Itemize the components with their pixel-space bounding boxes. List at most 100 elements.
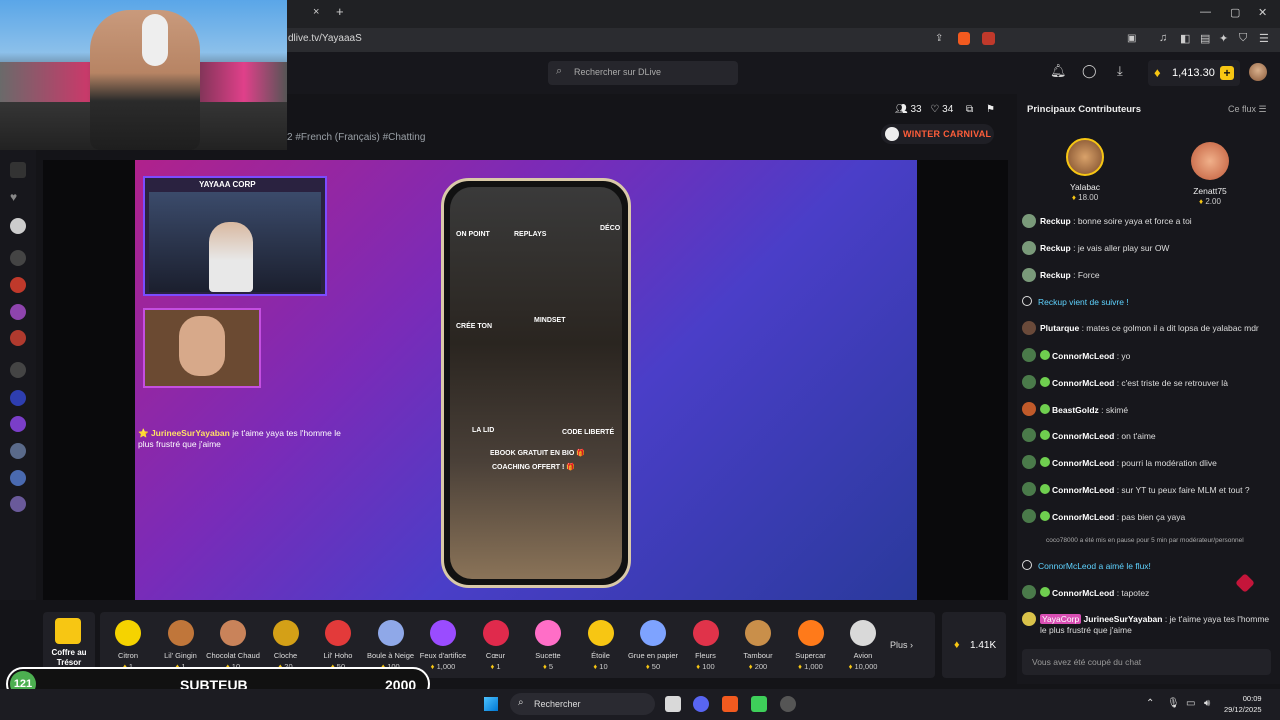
chat-username[interactable]: Plutarque: [1040, 323, 1079, 333]
chat-username[interactable]: ConnorMcLeod: [1052, 431, 1114, 441]
rail-channel-9[interactable]: [10, 496, 26, 512]
gift-item[interactable]: Cœur1: [470, 612, 522, 678]
rail-channel-8[interactable]: [10, 470, 26, 486]
close-window-button[interactable]: ✕: [1258, 6, 1267, 19]
chat-username[interactable]: ConnorMcLeod: [1052, 512, 1114, 522]
streaming-app-icon[interactable]: [751, 696, 767, 712]
winter-carnival-badge[interactable]: WINTER CARNIVAL: [881, 124, 994, 144]
taskbar-search[interactable]: ⌕ Rechercher: [510, 693, 655, 715]
gift-item[interactable]: Sucette5: [522, 612, 574, 678]
chat-message[interactable]: Reckup : Force: [1022, 267, 1272, 284]
url-text[interactable]: dlive.tv/YayaaaS: [288, 33, 362, 44]
discord-icon[interactable]: [693, 696, 709, 712]
rail-home-icon[interactable]: [10, 162, 26, 178]
messages-icon[interactable]: ◯: [1082, 63, 1097, 79]
lemon-balance[interactable]: ♦ 1,413.30 +: [1148, 60, 1240, 86]
file-explorer-icon[interactable]: [665, 696, 681, 712]
rail-channel-1[interactable]: [10, 218, 26, 234]
report-flag-icon[interactable]: ⚑: [986, 104, 995, 115]
chat-message[interactable]: ConnorMcLeod : pas bien ça yaya: [1022, 508, 1272, 525]
rail-channel-2[interactable]: [10, 277, 26, 293]
chat-message[interactable]: Reckup : bonne soire yaya et force a toi: [1022, 214, 1272, 230]
gift-total[interactable]: ♦ 1.41K: [942, 612, 1006, 678]
chat-username[interactable]: ConnorMcLeod: [1052, 458, 1114, 468]
like-icon[interactable]: ♡: [930, 104, 939, 115]
rail-channel-7[interactable]: [10, 443, 26, 459]
notification-bell-icon[interactable]: 🔔︎: [1050, 63, 1067, 79]
more-gifts-button[interactable]: Plus ›: [890, 640, 913, 650]
stream-tags[interactable]: 2 #French (Français) #Chatting: [287, 132, 425, 143]
rail-channel-3[interactable]: [10, 304, 26, 320]
obs-icon[interactable]: [780, 696, 796, 712]
vpn-icon[interactable]: ⛉: [1239, 32, 1247, 45]
user-avatar[interactable]: [1249, 63, 1267, 81]
chat-message[interactable]: ConnorMcLeod : on t'aime: [1022, 428, 1272, 444]
gift-item[interactable]: Avion 10,000: [837, 612, 889, 678]
gift-item[interactable]: Tambour200: [732, 612, 784, 678]
chat-message[interactable]: ConnorMcLeod : pourri la modération dliv…: [1022, 455, 1272, 471]
contributors-scope-select[interactable]: Ce flux ☰: [1228, 104, 1267, 115]
ai-icon[interactable]: ✦: [1219, 32, 1228, 45]
sidebar-icon[interactable]: ◧: [1180, 32, 1190, 45]
download-icon[interactable]: ⤓: [1117, 63, 1123, 79]
maximize-button[interactable]: ▢: [1230, 6, 1240, 19]
chat-message[interactable]: YayaCorp JurineeSurYayaban : je t'aime y…: [1022, 612, 1272, 640]
subscriber-badge-icon: [1040, 403, 1050, 414]
brave-browser-icon[interactable]: [722, 696, 738, 712]
gift-icon: [587, 620, 614, 646]
chat-username[interactable]: ConnorMcLeod: [1052, 588, 1114, 598]
chat-message[interactable]: Plutarque : mates ce golmon il a dit lop…: [1022, 321, 1272, 337]
chat-avatar: [1022, 214, 1036, 228]
rail-channel-4[interactable]: [10, 330, 26, 346]
gift-item[interactable]: Supercar1,000: [785, 612, 837, 678]
system-clock[interactable]: 00:09 29/12/2025: [1224, 693, 1262, 715]
brave-shield-icon[interactable]: [958, 32, 970, 45]
rail-channel-5[interactable]: [10, 390, 26, 406]
gift-item[interactable]: Feux d'artifice1,000: [417, 612, 469, 678]
share-icon[interactable]: ⇪: [935, 33, 943, 44]
chat-avatar: [1022, 240, 1036, 255]
streamer-figure: [209, 222, 253, 292]
popout-icon[interactable]: ⧉: [966, 104, 973, 115]
gift-item[interactable]: Fleurs100: [680, 612, 732, 678]
screenshot-icon[interactable]: ▣: [1127, 33, 1136, 44]
chat-username[interactable]: JurineeSurYayaban: [1084, 614, 1163, 624]
brave-rewards-icon[interactable]: [982, 32, 995, 45]
tray-chevron-icon[interactable]: ⌃: [1146, 698, 1154, 709]
wallet-icon[interactable]: ▤: [1200, 32, 1210, 45]
chat-message[interactable]: ConnorMcLeod : tapotez: [1022, 585, 1272, 601]
chat-username[interactable]: Reckup: [1040, 216, 1071, 226]
contributor-1[interactable]: Yalabac 18.00: [1060, 138, 1110, 202]
contributor-2[interactable]: Zenatt75 2.00: [1185, 142, 1235, 206]
chat-username[interactable]: ConnorMcLeod: [1052, 485, 1114, 495]
rail-heart-icon[interactable]: ♥: [10, 190, 26, 206]
microphone-icon[interactable]: 🎙︎: [1167, 698, 1180, 709]
close-tab-icon[interactable]: ×: [313, 6, 319, 18]
chat-username[interactable]: BeastGoldz: [1052, 405, 1099, 415]
chat-username[interactable]: ConnorMcLeod: [1052, 378, 1114, 388]
chat-message[interactable]: BeastGoldz : skimé: [1022, 401, 1272, 418]
minimize-button[interactable]: —: [1200, 6, 1211, 18]
gift-item[interactable]: Grue en papier50: [627, 612, 679, 678]
add-balance-button[interactable]: +: [1220, 66, 1234, 80]
chat-message[interactable]: Reckup : je vais aller play sur OW: [1022, 240, 1272, 257]
network-icon[interactable]: ▭: [1186, 698, 1195, 709]
search-input[interactable]: ⌕ Rechercher sur DLive: [548, 61, 738, 85]
new-tab-button[interactable]: +: [336, 4, 344, 19]
chat-message[interactable]: ConnorMcLeod : yo: [1022, 348, 1272, 364]
chat-username[interactable]: Reckup: [1040, 243, 1071, 253]
rail-fire-icon[interactable]: [10, 250, 26, 266]
volume-icon[interactable]: 🔊︎: [1204, 698, 1210, 709]
music-icon[interactable]: ♫: [1159, 32, 1167, 44]
rail-channel-6[interactable]: [10, 416, 26, 432]
windows-start-icon[interactable]: [484, 697, 498, 711]
chat-username[interactable]: ConnorMcLeod: [1052, 351, 1114, 361]
menu-icon[interactable]: ☰: [1259, 32, 1269, 45]
chat-input[interactable]: Vous avez été coupé du chat: [1022, 649, 1271, 675]
rail-fire-icon-2[interactable]: [10, 362, 26, 378]
chat-message[interactable]: ConnorMcLeod : c'est triste de se retrou…: [1022, 374, 1272, 391]
chat-message[interactable]: ConnorMcLeod : sur YT tu peux faire MLM …: [1022, 482, 1272, 498]
gift-icon: [220, 620, 246, 646]
gift-item[interactable]: Étoile10: [575, 612, 627, 678]
chat-username[interactable]: Reckup: [1040, 270, 1071, 280]
